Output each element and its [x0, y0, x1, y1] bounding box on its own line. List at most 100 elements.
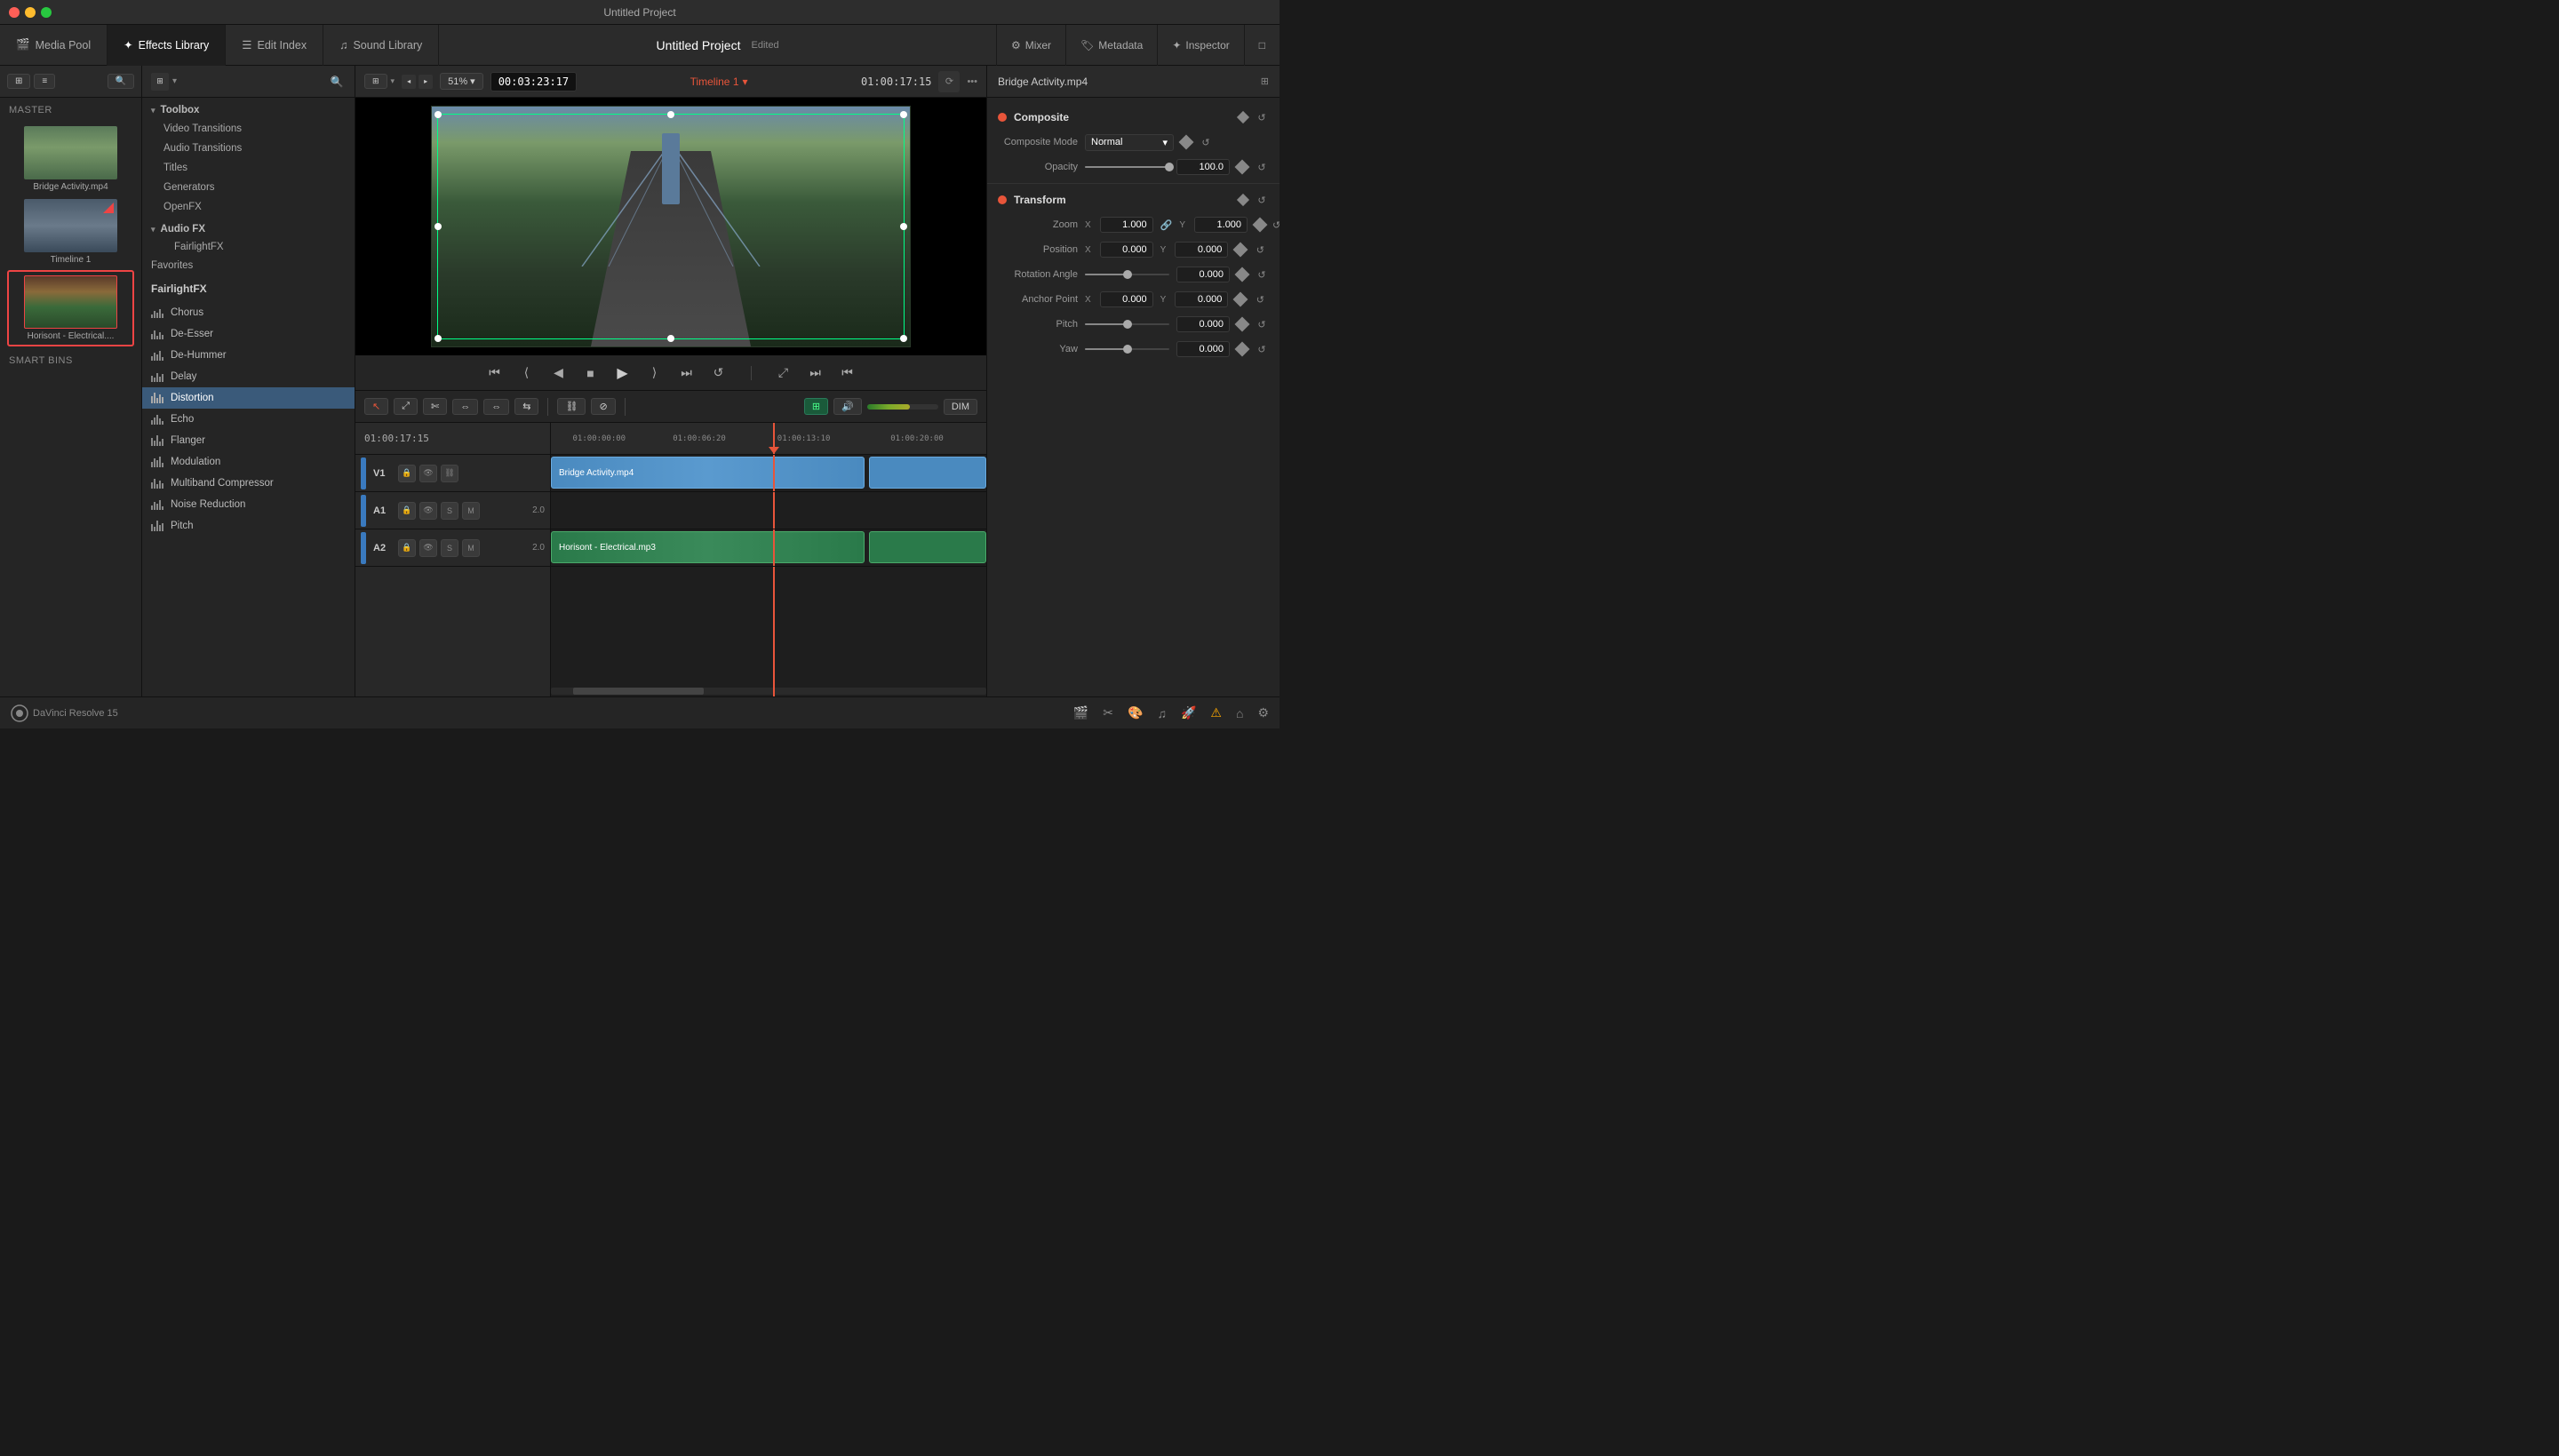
zoom-link-icon[interactable]: 🔗 [1160, 218, 1173, 232]
audio-meter[interactable]: 🔊 [833, 398, 862, 415]
deliver-icon[interactable]: 🚀 [1181, 705, 1196, 720]
trim-tool[interactable]: ⤢ [394, 398, 418, 415]
go-to-end-button[interactable]: ⏭ [676, 362, 698, 384]
effect-de-esser[interactable]: De-Esser [142, 323, 355, 345]
toolbox-titles[interactable]: Titles [142, 158, 355, 178]
timeline-scrollbar[interactable] [551, 688, 986, 695]
preview-options[interactable]: ▾ [391, 76, 395, 86]
maximize-button[interactable] [41, 7, 52, 18]
dynamic-trim[interactable]: ⇆ [514, 398, 538, 415]
zoom-x-value[interactable]: 1.000 [1100, 217, 1153, 233]
edit-icon[interactable]: ✂ [1103, 705, 1113, 720]
track-a1-eye[interactable]: 👁 [419, 502, 437, 520]
minimize-button[interactable] [25, 7, 36, 18]
rotation-reset[interactable]: ↺ [1255, 267, 1269, 282]
loop-button[interactable]: ↺ [708, 362, 729, 384]
effect-multiband-compressor[interactable]: Multiband Compressor [142, 473, 355, 494]
settings-icon[interactable]: ⚙ [1257, 705, 1269, 720]
effect-pitch[interactable]: Pitch [142, 515, 355, 537]
timeline-name-display[interactable]: Timeline 1 ▾ [690, 76, 748, 88]
unlink-button[interactable]: ⊘ [591, 398, 615, 415]
play-button[interactable]: ▶ [612, 362, 634, 384]
effect-chorus[interactable]: Chorus [142, 302, 355, 323]
zoom-keyframe[interactable] [1253, 218, 1268, 233]
zoom-y-value[interactable]: 1.000 [1194, 217, 1248, 233]
position-reset[interactable]: ↺ [1253, 243, 1267, 257]
home-icon[interactable]: ⌂ [1236, 706, 1243, 720]
composite-mode-select[interactable]: Normal ▾ [1085, 134, 1174, 151]
effect-distortion[interactable]: Distortion [142, 387, 355, 409]
composite-section-header[interactable]: Composite ↺ [987, 105, 1280, 130]
rotation-slider[interactable] [1085, 274, 1169, 275]
track-a2-lock[interactable]: 🔒 [398, 539, 416, 557]
close-button[interactable] [9, 7, 20, 18]
search-media-button[interactable]: 🔍 [108, 74, 134, 89]
anchor-x-value[interactable]: 0.000 [1100, 291, 1153, 307]
audio-fx-header[interactable]: ▾ Audio FX [142, 217, 355, 238]
opacity-slider[interactable] [1085, 166, 1169, 168]
step-forward-button[interactable]: ⟩ [644, 362, 666, 384]
next-frame-btn[interactable]: ▸ [419, 75, 433, 89]
position-keyframe[interactable] [1233, 243, 1248, 258]
inspector-expand[interactable]: ⊞ [1261, 76, 1269, 87]
yaw-reset[interactable]: ↺ [1255, 342, 1269, 356]
track-a2-s[interactable]: S [441, 539, 458, 557]
toolbox-video-transitions[interactable]: Video Transitions [142, 119, 355, 139]
media-item-timeline1[interactable]: Timeline 1 [0, 195, 141, 268]
anchor-reset[interactable]: ↺ [1253, 292, 1267, 306]
toolbox-header[interactable]: ▾ Toolbox [142, 98, 355, 119]
track-a2-m[interactable]: M [462, 539, 480, 557]
toolbox-favorites[interactable]: Favorites [142, 256, 355, 275]
dim-button[interactable]: DIM [944, 399, 977, 415]
zoom-selector[interactable]: 51% ▾ [440, 73, 483, 90]
effect-echo[interactable]: Echo [142, 409, 355, 430]
opacity-slider-thumb[interactable] [1165, 163, 1174, 171]
composite-mode-keyframe[interactable] [1179, 135, 1194, 150]
toolbox-audio-transitions[interactable]: Audio Transitions [142, 139, 355, 158]
toolbox-generators[interactable]: Generators [142, 178, 355, 197]
pitch-value[interactable]: 0.000 [1176, 316, 1230, 332]
transform-keyframe[interactable] [1237, 194, 1249, 206]
inspector-button[interactable]: ✦ Inspector [1157, 25, 1243, 66]
composite-keyframe[interactable] [1237, 111, 1249, 123]
go-to-start-button[interactable]: ⏮ [484, 362, 506, 384]
transform-section-header[interactable]: Transform ↺ [987, 187, 1280, 212]
notification-button[interactable]: □ [1244, 25, 1280, 66]
track-a1-m[interactable]: M [462, 502, 480, 520]
clip-bridge-activity[interactable]: Bridge Activity.mp4 [551, 457, 865, 489]
transform-reset[interactable]: ↺ [1255, 193, 1269, 207]
yaw-slider-thumb[interactable] [1123, 345, 1132, 354]
nav-tab-sound-library[interactable]: ♫ Sound Library [323, 25, 439, 66]
fairlight-icon[interactable]: ♫ [1157, 706, 1167, 720]
toolbox-openfx[interactable]: OpenFX [142, 197, 355, 217]
mixer-button[interactable]: ⚙ Mixer [996, 25, 1065, 66]
select-tool[interactable]: ↖ [364, 398, 388, 415]
effect-modulation[interactable]: Modulation [142, 451, 355, 473]
link-button[interactable]: ⛓ [557, 398, 586, 415]
timeline-scrollbar-thumb[interactable] [573, 688, 704, 695]
proxy-toggle[interactable]: ⊞ [364, 74, 387, 89]
position-x-value[interactable]: 0.000 [1100, 242, 1153, 258]
composite-mode-reset[interactable]: ↺ [1199, 135, 1213, 149]
effect-noise-reduction[interactable]: Noise Reduction [142, 494, 355, 515]
effect-de-hummer[interactable]: De-Hummer [142, 345, 355, 366]
anchor-y-value[interactable]: 0.000 [1175, 291, 1228, 307]
more-options[interactable]: ••• [967, 76, 977, 87]
preview-settings[interactable]: ⟳ [938, 71, 960, 92]
opacity-reset[interactable]: ↺ [1255, 160, 1269, 174]
pitch-reset[interactable]: ↺ [1255, 317, 1269, 331]
track-v1-eye[interactable]: 👁 [419, 465, 437, 482]
go-last-button[interactable]: ⏮ [837, 362, 858, 384]
effect-flanger[interactable]: Flanger [142, 430, 355, 451]
pitch-slider[interactable] [1085, 323, 1169, 325]
track-v1-lock[interactable]: 🔒 [398, 465, 416, 482]
play-reverse-button[interactable]: ◀ [548, 362, 570, 384]
rotation-keyframe[interactable] [1235, 267, 1250, 282]
position-y-value[interactable]: 0.000 [1175, 242, 1228, 258]
yaw-value[interactable]: 0.000 [1176, 341, 1230, 357]
pitch-slider-thumb[interactable] [1123, 320, 1132, 329]
warning-icon[interactable]: ⚠ [1210, 705, 1222, 720]
track-a2-eye[interactable]: 👁 [419, 539, 437, 557]
pitch-keyframe[interactable] [1235, 317, 1250, 332]
yaw-keyframe[interactable] [1235, 342, 1250, 357]
